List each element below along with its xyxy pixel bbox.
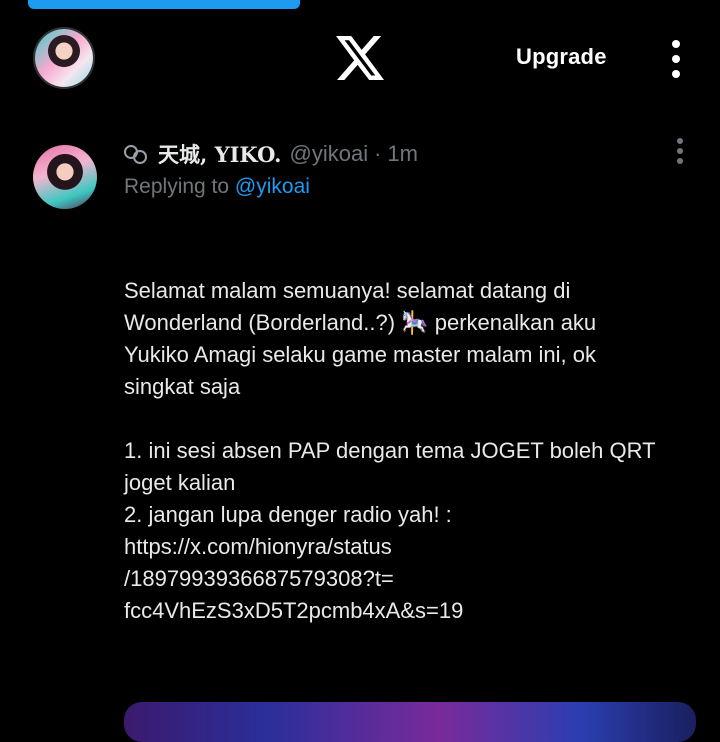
upgrade-button[interactable]: Upgrade (516, 44, 607, 70)
post-author-avatar[interactable] (33, 145, 97, 209)
post-body: Selamat malam semuanya! selamat datang d… (124, 275, 704, 627)
load-progress-bar (28, 0, 300, 9)
post-more-icon[interactable] (672, 136, 688, 166)
post-timestamp[interactable]: 1m (387, 141, 418, 167)
body-line: Yukiko Amagi selaku game master malam in… (124, 342, 596, 367)
body-line: joget kalian (124, 470, 236, 495)
body-line: singkat saja (124, 374, 241, 399)
author-handle[interactable]: @yikoai (290, 141, 369, 167)
avatar-image (35, 29, 93, 87)
link-rings-icon (124, 143, 150, 165)
body-link-line[interactable]: https://x.com/hionyra/status (124, 531, 704, 563)
x-logo-icon[interactable] (336, 36, 384, 80)
body-link-line[interactable]: /1897993936687579308?t= (124, 563, 704, 595)
media-preview[interactable] (124, 702, 696, 742)
separator-dot: · (374, 141, 382, 166)
replying-prefix: Replying to (124, 175, 230, 198)
body-line: Wonderland (Borderland..?) 🎠 perkenalkan… (124, 310, 597, 335)
post-header: 天城, YIKO. @yikoai · 1m (124, 138, 418, 170)
body-line: 1. ini sesi absen PAP dengan tema JOGET … (124, 438, 656, 463)
body-link-line[interactable]: fcc4VhEzS3xD5T2pcmb4xA&s=19 (124, 595, 704, 627)
replying-to-link[interactable]: @yikoai (235, 175, 310, 198)
replying-to-line: Replying to @yikoai (124, 175, 310, 199)
carousel-horse-emoji: 🎠 (401, 310, 429, 335)
vertical-ellipsis-icon[interactable] (664, 38, 688, 80)
profile-avatar[interactable] (33, 27, 95, 89)
avatar-image (33, 145, 97, 209)
body-line: Selamat malam semuanya! selamat datang d… (124, 278, 571, 303)
author-display-name[interactable]: 天城, YIKO. (158, 139, 282, 169)
body-line: 2. jangan lupa denger radio yah! : (124, 502, 452, 527)
